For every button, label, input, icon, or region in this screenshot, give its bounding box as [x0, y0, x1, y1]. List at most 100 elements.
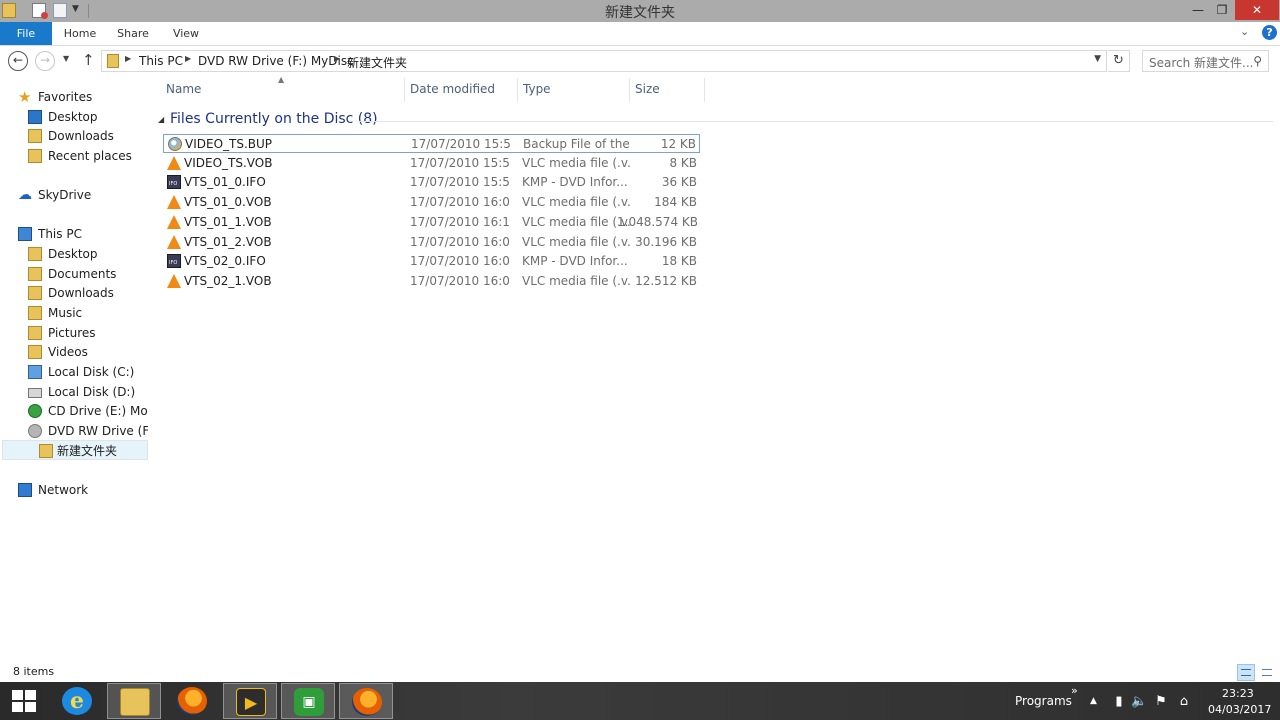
potplayer-icon: ▶	[236, 688, 266, 716]
minimize-button[interactable]: —	[1186, 0, 1210, 20]
details-view-button[interactable]	[1237, 664, 1255, 681]
taskbar-file-explorer[interactable]	[107, 683, 161, 719]
nav-item-downloads[interactable]: Downloads	[28, 283, 148, 303]
forward-button[interactable]: →	[35, 51, 55, 71]
taskbar-firefox-2[interactable]	[339, 683, 393, 719]
taskbar-firefox[interactable]	[165, 683, 219, 719]
table-row[interactable]: VIDEO_TS.BUP 17/07/2010 15:59 Backup File …	[163, 134, 700, 153]
column-header-type[interactable]: Type	[523, 82, 551, 100]
nav-item-desktop[interactable]: Desktop	[28, 107, 148, 127]
clock-time[interactable]: 23:23	[1222, 687, 1254, 700]
nav-skydrive[interactable]: ☁ SkyDrive	[18, 185, 148, 205]
volume-icon[interactable]: 🔈	[1131, 694, 1147, 709]
vlc-icon	[167, 234, 181, 249]
tab-view[interactable]: View	[163, 22, 209, 45]
file-size: 12.512 KB	[635, 273, 697, 288]
nav-this-pc[interactable]: This PC	[18, 224, 148, 244]
address-dropdown-icon[interactable]: ▼	[1094, 54, 1101, 64]
nav-item-downloads[interactable]: Downloads	[28, 126, 148, 146]
taskbar-internet-explorer[interactable]: e	[50, 683, 104, 719]
toolbar-chevron-icon[interactable]: »	[1071, 684, 1078, 697]
file-name: VTS_02_1.VOB	[184, 273, 272, 288]
taskbar-camtasia[interactable]: ▣	[281, 683, 335, 719]
ribbon-tabs: File Home Share View ⌄ ?	[0, 22, 1280, 46]
start-button[interactable]	[6, 686, 42, 716]
column-divider[interactable]	[517, 78, 518, 102]
search-box[interactable]: Search 新建文件... ⚲	[1142, 50, 1269, 72]
column-divider[interactable]	[404, 78, 405, 102]
action-center-flag-icon[interactable]: ⚑	[1154, 694, 1168, 709]
taskbar-potplayer[interactable]: ▶	[223, 683, 277, 719]
programs-toolbar[interactable]: Programs	[1015, 694, 1072, 708]
clock-date[interactable]: 04/03/2017	[1208, 703, 1271, 716]
table-row[interactable]: VTS_01_0.IFO 17/07/2010 15:59 KMP - DVD In…	[163, 173, 700, 192]
address-bar[interactable]: ▶ This PC ▶ DVD RW Drive (F:) MyDisc ▶ 新…	[101, 50, 1107, 72]
file-size: 18 KB	[661, 254, 697, 269]
file-size: 12 KB	[660, 137, 696, 151]
restore-button[interactable]: ❐	[1210, 0, 1234, 20]
breadcrumb-arrow-icon[interactable]: ▶	[185, 54, 191, 63]
column-divider[interactable]	[629, 78, 630, 102]
windows-disk-icon	[28, 365, 42, 379]
nav-item-music[interactable]: Music	[28, 303, 148, 323]
windows-logo-icon	[12, 690, 36, 712]
table-row[interactable]: VIDEO_TS.VOB 17/07/2010 15:59 VLC media fi…	[163, 154, 700, 173]
column-header-date-modified[interactable]: Date modified	[410, 82, 495, 100]
up-button[interactable]: ↑	[82, 51, 95, 69]
help-icon[interactable]: ?	[1262, 25, 1277, 40]
tab-file[interactable]: File	[0, 22, 52, 45]
group-header[interactable]: Files Currently on the Disc (8)	[170, 111, 378, 127]
column-header-name[interactable]: Name	[166, 82, 201, 100]
back-button[interactable]: ←	[8, 51, 28, 71]
nav-item-local-disk-c[interactable]: Local Disk (C:)	[28, 362, 148, 382]
large-icons-view-button[interactable]	[1258, 664, 1276, 681]
table-row[interactable]: VTS_02_1.VOB 17/07/2010 16:00 VLC media fi…	[163, 272, 700, 291]
table-row[interactable]: VTS_01_2.VOB 17/07/2010 16:07 VLC media fi…	[163, 233, 700, 252]
nav-item-desktop[interactable]: Desktop	[28, 244, 148, 264]
breadcrumb-this-pc[interactable]: This PC	[139, 54, 183, 68]
tab-home[interactable]: Home	[57, 22, 103, 45]
breadcrumb-arrow-icon[interactable]: ▶	[334, 54, 340, 63]
file-type: VLC media file (.v...	[522, 234, 630, 249]
nav-favorites[interactable]: ★ Favorites	[18, 87, 148, 107]
network-status-icon[interactable]: ⌂	[1177, 694, 1191, 709]
breadcrumb-arrow-icon[interactable]: ▶	[125, 54, 131, 63]
expand-ribbon-icon[interactable]: ⌄	[1240, 25, 1249, 38]
table-row[interactable]: VTS_02_0.IFO 17/07/2010 16:00 KMP - DVD In…	[163, 252, 700, 271]
nav-item-current-folder[interactable]: 新建文件夹	[2, 440, 148, 460]
nav-item-videos[interactable]: Videos	[28, 342, 148, 362]
collapse-group-icon[interactable]: ◢	[158, 115, 164, 124]
recent-locations-icon[interactable]: ▼	[63, 54, 69, 63]
table-row[interactable]: VTS_01_0.VOB 17/07/2010 16:00 VLC media fi…	[163, 193, 700, 212]
camtasia-icon: ▣	[294, 688, 324, 716]
nav-item-recent-places[interactable]: Recent places	[28, 146, 148, 166]
search-icon[interactable]: ⚲	[1253, 54, 1262, 68]
file-name: VTS_02_0.IFO	[184, 254, 266, 269]
nav-item-dvd-drive[interactable]: DVD RW Drive (F:) M	[28, 421, 148, 441]
refresh-button[interactable]: ↻	[1108, 50, 1130, 72]
table-row[interactable]: VTS_01_1.VOB 17/07/2010 16:17 VLC media fi…	[163, 213, 700, 232]
nav-item-local-disk-d[interactable]: Local Disk (D:)	[28, 382, 148, 402]
breadcrumb-dvd-drive[interactable]: DVD RW Drive (F:) MyDisc	[198, 54, 354, 68]
nav-network[interactable]: Network	[18, 480, 148, 500]
column-header-size[interactable]: Size	[635, 82, 660, 100]
show-hidden-icons-button[interactable]: ▲	[1090, 696, 1097, 706]
battery-icon[interactable]: ▮	[1112, 694, 1126, 709]
file-name: VTS_01_1.VOB	[184, 214, 272, 229]
file-size: 184 KB	[654, 195, 697, 210]
column-divider[interactable]	[704, 78, 705, 102]
search-input[interactable]: Search 新建文件...	[1149, 54, 1254, 71]
file-list: Name ▲ Date modified Type Size ◢ Files C…	[152, 75, 1280, 664]
breadcrumb-current-folder[interactable]: 新建文件夹	[347, 54, 407, 71]
nav-item-documents[interactable]: Documents	[28, 264, 148, 284]
file-explorer-icon	[120, 688, 150, 716]
nav-item-pictures[interactable]: Pictures	[28, 323, 148, 343]
file-size: 8 KB	[669, 155, 697, 170]
file-name: VIDEO_TS.BUP	[185, 137, 273, 151]
tab-share[interactable]: Share	[110, 22, 156, 45]
file-date: 17/07/2010 16:00	[410, 273, 510, 288]
nav-item-cd-drive[interactable]: CD Drive (E:) Mobile	[28, 401, 148, 421]
close-button[interactable]: ✕	[1235, 0, 1279, 20]
network-icon	[18, 483, 32, 497]
nav-label: Downloads	[48, 286, 114, 300]
